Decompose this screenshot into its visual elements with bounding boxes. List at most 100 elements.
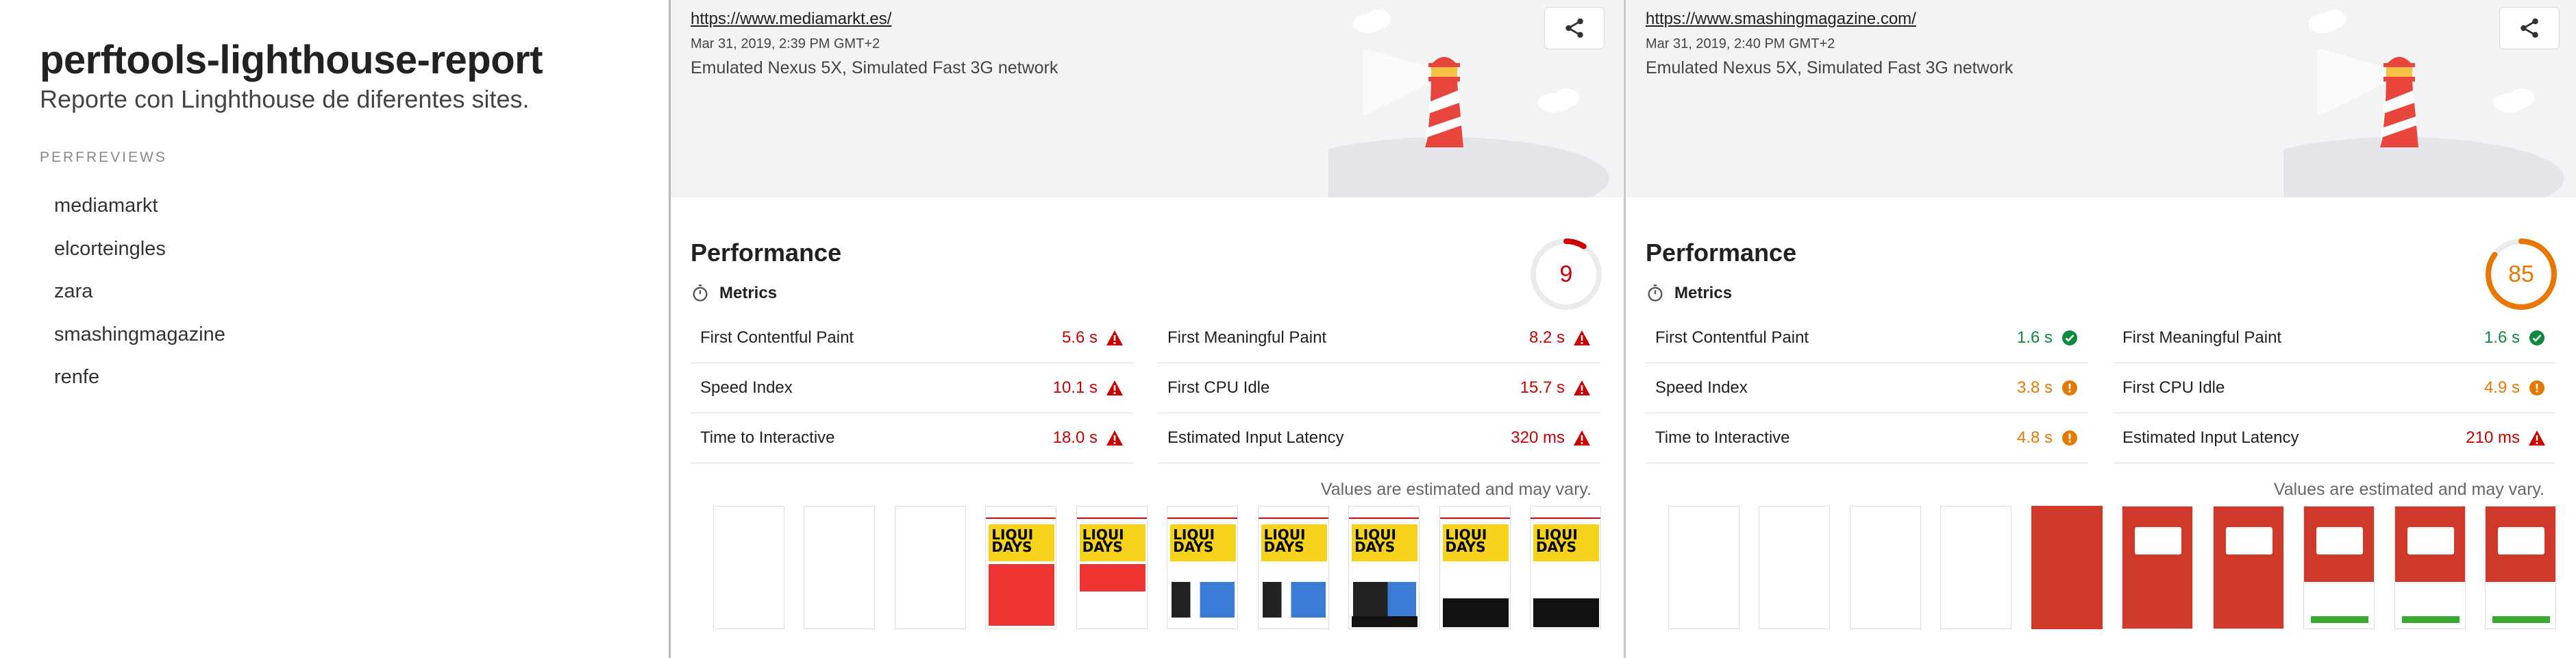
filmstrip xyxy=(1668,506,2556,629)
metric-name: First Meaningful Paint xyxy=(1167,328,1327,347)
metric-name: Speed Index xyxy=(1655,378,1748,397)
filmstrip-frame: LIQUI DAYS xyxy=(1439,506,1511,629)
metric-value: 5.6 s xyxy=(1061,328,1098,347)
category-title: Performance xyxy=(1646,239,1797,267)
metric-name: Speed Index xyxy=(700,378,793,397)
filmstrip-frame xyxy=(1668,506,1739,629)
frame-banner-text: LIQUI DAYS xyxy=(1173,526,1215,555)
warning-triangle-icon xyxy=(1573,429,1591,447)
nav-item-zara[interactable]: zara xyxy=(54,279,225,322)
nav-item-mediamarkt[interactable]: mediamarkt xyxy=(54,193,225,236)
warning-triangle-icon xyxy=(1573,379,1591,397)
score-gauge[interactable]: 85 xyxy=(2484,237,2558,311)
share-icon xyxy=(2521,18,2538,38)
frame-banner-text: LIQUI DAYS xyxy=(991,526,1034,555)
filmstrip-frame xyxy=(2303,506,2375,629)
sidebar: perftools-lighthouse-report Reporte con … xyxy=(0,0,669,658)
score-value: 9 xyxy=(1559,260,1573,287)
score-gauge[interactable]: 9 xyxy=(1529,237,1603,311)
metric-name: Estimated Input Latency xyxy=(2122,428,2299,447)
metrics-header: Metrics xyxy=(691,281,777,306)
share-icon xyxy=(1565,18,1583,38)
filmstrip-frame: LIQUI DAYS xyxy=(1167,506,1239,629)
metric-row: First Contentful Paint 5.6 s xyxy=(691,313,1133,363)
share-button[interactable] xyxy=(2499,7,2560,49)
metric-name: Time to Interactive xyxy=(700,428,835,447)
metric-value: 8.2 s xyxy=(1528,328,1565,347)
metric-row: First Meaningful Paint 1.6 s xyxy=(2113,313,2555,363)
frame-banner-text: LIQUI DAYS xyxy=(1082,526,1124,555)
metric-row: First CPU Idle 15.7 s xyxy=(1158,363,1600,413)
metrics-header: Metrics xyxy=(1646,281,1732,306)
warning-triangle-icon xyxy=(1106,429,1124,447)
page: perftools-lighthouse-report Reporte con … xyxy=(0,0,2576,658)
nav-list: mediamarkt elcorteingles zara smashingma… xyxy=(54,193,225,408)
report-url-link[interactable]: https://www.smashingmagazine.com/ xyxy=(1646,10,1916,29)
metric-value: 1.6 s xyxy=(2484,328,2520,347)
nav-item-renfe[interactable]: renfe xyxy=(54,365,225,408)
report-environment: Emulated Nexus 5X, Simulated Fast 3G net… xyxy=(1646,58,2014,77)
report-url-link[interactable]: https://www.mediamarkt.es/ xyxy=(691,10,891,29)
filmstrip-frame xyxy=(2394,506,2466,629)
metric-name: First CPU Idle xyxy=(2122,378,2225,397)
check-circle-icon xyxy=(2061,329,2079,347)
frame-banner-text: LIQUI DAYS xyxy=(1535,526,1578,555)
share-button[interactable] xyxy=(1544,7,1605,49)
estimate-note: Values are estimated and may vary. xyxy=(1320,480,1592,499)
metric-value: 210 ms xyxy=(2466,428,2520,447)
nav-item-smashingmagazine[interactable]: smashingmagazine xyxy=(54,322,225,365)
metric-row: Speed Index 10.1 s xyxy=(691,363,1133,413)
filmstrip-frame xyxy=(2031,506,2103,629)
filmstrip-frame xyxy=(1940,506,2012,629)
warning-triangle-icon xyxy=(1106,379,1124,397)
metric-name: Estimated Input Latency xyxy=(1167,428,1344,447)
site-subtitle: Reporte con Linghthouse de diferentes si… xyxy=(40,85,530,113)
report-header: https://www.smashingmagazine.com/ Mar 31… xyxy=(1626,0,2576,197)
metric-row: Time to Interactive 18.0 s xyxy=(691,413,1133,463)
metric-row: First Contentful Paint 1.6 s xyxy=(1646,313,2088,363)
metric-row: Time to Interactive 4.8 s xyxy=(1646,413,2088,463)
report-date: Mar 31, 2019, 2:40 PM GMT+2 xyxy=(1646,36,1835,51)
metric-value: 15.7 s xyxy=(1520,378,1565,397)
metric-name: First Meaningful Paint xyxy=(2122,328,2282,347)
filmstrip-frame xyxy=(1849,506,1921,629)
metric-value: 4.9 s xyxy=(2484,378,2520,397)
metric-row: Estimated Input Latency 210 ms xyxy=(2113,413,2555,463)
metric-row: Estimated Input Latency 320 ms xyxy=(1158,413,1600,463)
filmstrip-frame: LIQUI DAYS xyxy=(1257,506,1329,629)
filmstrip-frame xyxy=(2122,506,2194,629)
estimate-note: Values are estimated and may vary. xyxy=(2273,480,2544,499)
metric-value: 320 ms xyxy=(1511,428,1565,447)
metric-value: 1.6 s xyxy=(2016,328,2053,347)
warning-triangle-icon xyxy=(2528,429,2546,447)
report-mediamarkt: https://www.mediamarkt.es/ Mar 31, 2019,… xyxy=(671,0,1623,658)
info-circle-icon xyxy=(2528,379,2546,397)
frame-banner-text: LIQUI DAYS xyxy=(1354,526,1396,555)
filmstrip-frame xyxy=(713,506,784,629)
frame-banner-text: LIQUI DAYS xyxy=(1445,526,1487,555)
filmstrip-frame: LIQUI DAYS xyxy=(1348,506,1420,629)
category-title: Performance xyxy=(691,239,842,267)
filmstrip-frame xyxy=(2212,506,2284,629)
warning-triangle-icon xyxy=(1573,329,1591,347)
metric-value: 4.8 s xyxy=(2016,428,2053,447)
info-circle-icon xyxy=(2061,379,2079,397)
info-circle-icon xyxy=(2061,429,2079,447)
metric-row: First Meaningful Paint 8.2 s xyxy=(1158,313,1600,363)
metric-row: First CPU Idle 4.9 s xyxy=(2113,363,2555,413)
metrics-grid: First Contentful Paint 1.6 s First Meanin… xyxy=(1646,313,2555,463)
metric-value: 18.0 s xyxy=(1052,428,1098,447)
filmstrip-frame xyxy=(894,506,966,629)
report-environment: Emulated Nexus 5X, Simulated Fast 3G net… xyxy=(691,58,1058,77)
metric-name: First Contentful Paint xyxy=(700,328,854,347)
site-title[interactable]: perftools-lighthouse-report xyxy=(40,37,543,83)
filmstrip-frame xyxy=(1759,506,1831,629)
metric-name: First Contentful Paint xyxy=(1655,328,1809,347)
nav-item-elcorteingles[interactable]: elcorteingles xyxy=(54,236,225,280)
metric-name: Time to Interactive xyxy=(1655,428,1790,447)
metrics-label: Metrics xyxy=(1674,284,1733,302)
warning-triangle-icon xyxy=(1106,329,1124,347)
report-smashingmagazine: https://www.smashingmagazine.com/ Mar 31… xyxy=(1624,0,2576,658)
filmstrip-frame: LIQUI DAYS xyxy=(1529,506,1601,629)
stopwatch-icon xyxy=(693,284,708,302)
